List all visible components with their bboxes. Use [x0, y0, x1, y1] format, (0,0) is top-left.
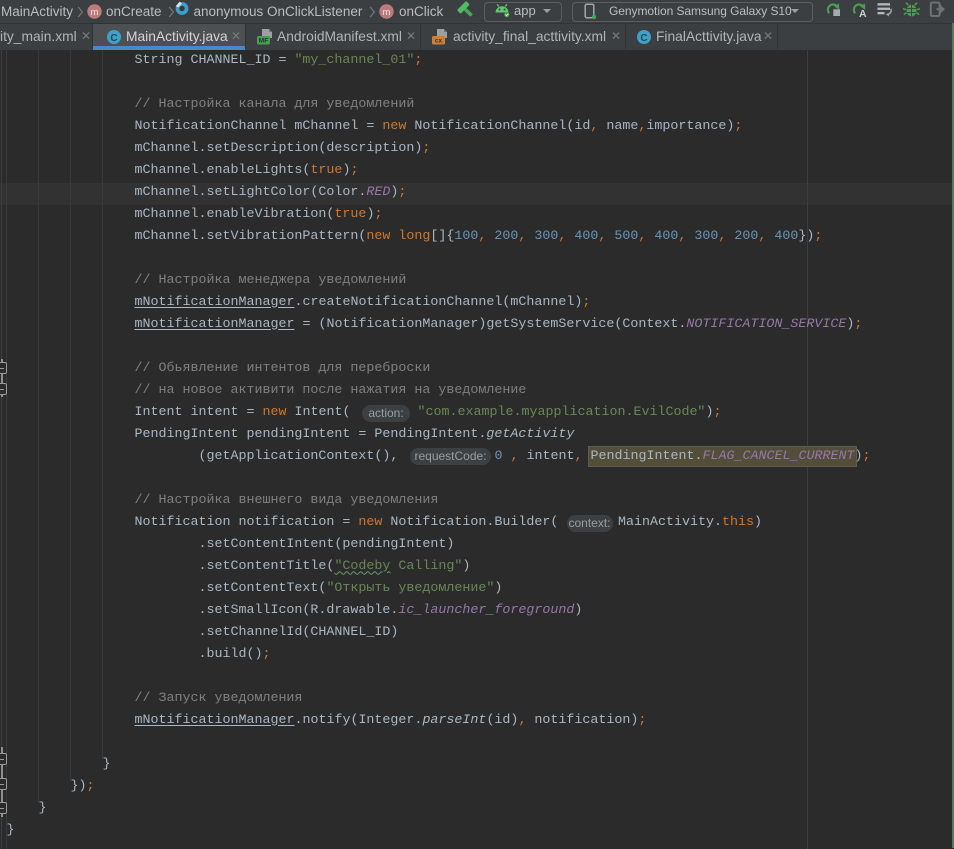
svg-text:m: m	[91, 7, 99, 18]
svg-text:m: m	[383, 7, 391, 18]
svg-text:A: A	[859, 8, 867, 18]
svg-text:C: C	[640, 33, 647, 44]
svg-text:cx: cx	[435, 38, 443, 45]
svg-text:C: C	[110, 33, 117, 44]
svg-text:MF: MF	[259, 38, 268, 45]
